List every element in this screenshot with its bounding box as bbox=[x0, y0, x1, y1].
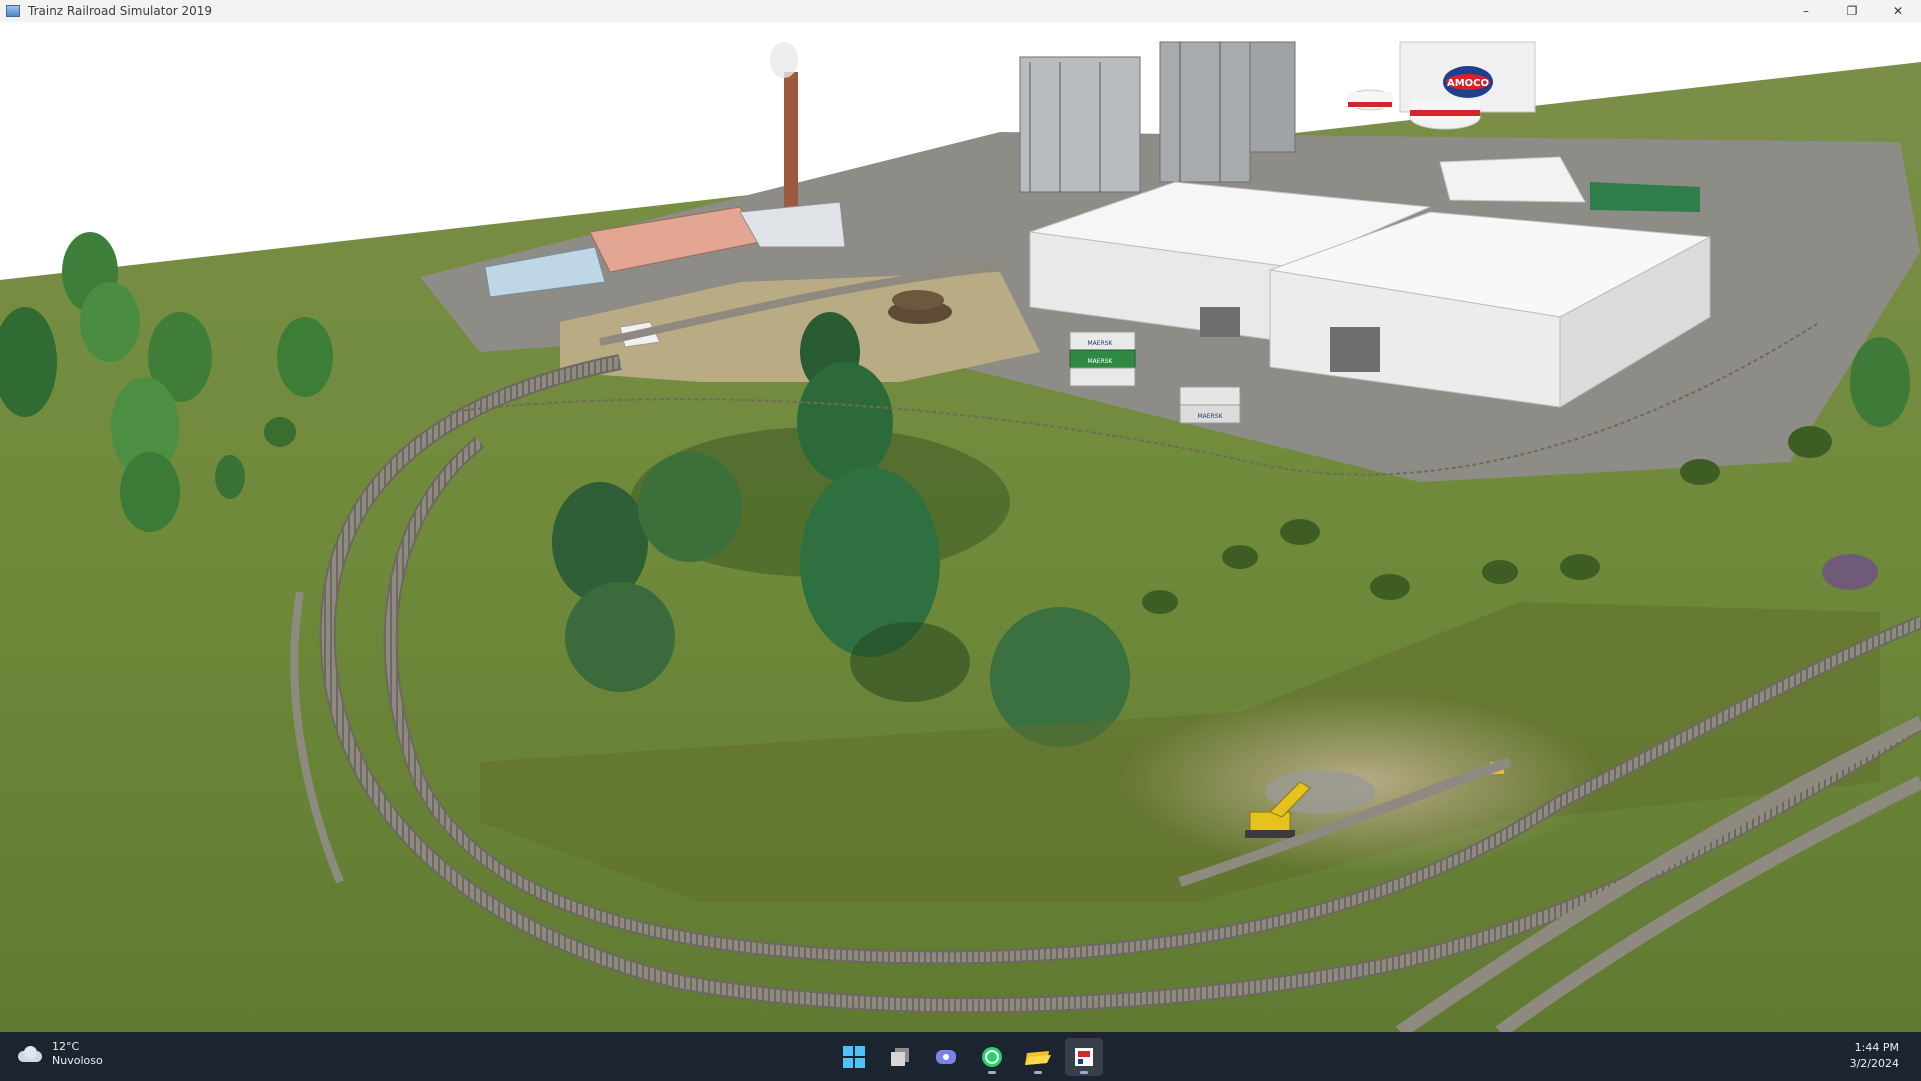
weather-condition: Nuvoloso bbox=[52, 1054, 103, 1067]
cloud-icon bbox=[16, 1045, 44, 1063]
teams-icon bbox=[936, 1050, 956, 1064]
scene-render[interactable]: AMOCO MAERSK MAERSK MAERSK bbox=[0, 22, 1921, 1032]
teams-button[interactable] bbox=[927, 1038, 965, 1076]
warehouse-far bbox=[1439, 156, 1586, 203]
task-view-button[interactable] bbox=[881, 1038, 919, 1076]
folder-icon bbox=[1025, 1051, 1051, 1065]
restore-button[interactable]: ❐ bbox=[1829, 0, 1875, 22]
windows-logo-icon bbox=[843, 1046, 865, 1068]
window-title-bar: Trainz Railroad Simulator 2019 – ❐ ✕ bbox=[0, 0, 1921, 22]
weather-widget[interactable]: 12°C Nuvoloso bbox=[16, 1040, 103, 1068]
file-explorer-button[interactable] bbox=[1019, 1038, 1057, 1076]
task-view-icon bbox=[891, 1048, 909, 1066]
window-title: Trainz Railroad Simulator 2019 bbox=[28, 4, 213, 18]
container-label: MAERSK bbox=[1198, 413, 1224, 420]
green-shed bbox=[1590, 182, 1700, 212]
app-icon bbox=[6, 5, 20, 17]
weather-temperature: 12°C bbox=[52, 1040, 80, 1053]
container-label: MAERSK bbox=[1088, 358, 1114, 365]
minimize-button[interactable]: – bbox=[1783, 0, 1829, 22]
taskbar-apps bbox=[835, 1038, 1103, 1076]
clock-time: 1:44 PM bbox=[1854, 1041, 1899, 1054]
whatsapp-icon bbox=[982, 1047, 1002, 1067]
system-clock[interactable]: 1:44 PM 3/2/2024 bbox=[1850, 1040, 1899, 1072]
window-controls: – ❐ ✕ bbox=[1783, 0, 1921, 22]
amoco-logo: AMOCO bbox=[1447, 78, 1489, 89]
trainz-button[interactable] bbox=[1065, 1038, 1103, 1076]
taskbar: 12°C Nuvoloso 1:44 PM 3/2/2024 bbox=[0, 1032, 1921, 1081]
clock-date: 3/2/2024 bbox=[1849, 1057, 1899, 1070]
whatsapp-button[interactable] bbox=[973, 1038, 1011, 1076]
game-viewport[interactable]: AMOCO MAERSK MAERSK MAERSK bbox=[0, 22, 1921, 1032]
trainz-icon bbox=[1075, 1048, 1093, 1066]
close-button[interactable]: ✕ bbox=[1875, 0, 1921, 22]
start-button[interactable] bbox=[835, 1038, 873, 1076]
container-label: MAERSK bbox=[1088, 340, 1114, 347]
